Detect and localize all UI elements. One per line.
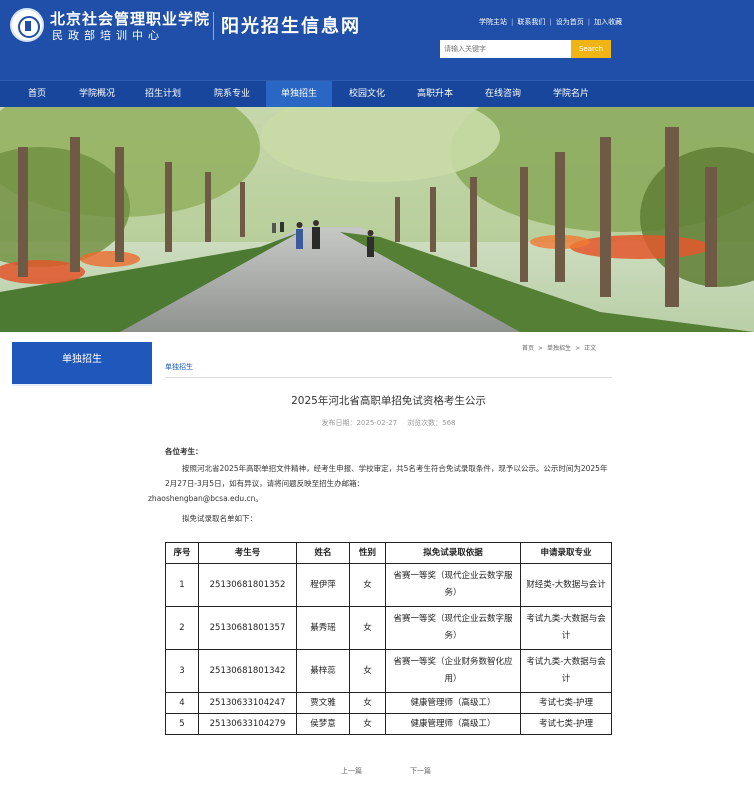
cell-exam-no: 25130681801342 (198, 649, 297, 693)
contact-email[interactable]: zhaoshengban@bcsa.edu.cn。 (148, 491, 263, 506)
cell-name: 贾文雅 (296, 692, 350, 714)
article-body-text: 按照河北省2025年高职单招文件精神，经考生申报、学校审定，共5名考生符合免试录… (165, 464, 608, 488)
table-row: 3 25130681801342 綦梓蕊 女 省赛一等奖（企业财务数智化应用） … (165, 649, 612, 693)
col-header-exam-no: 考生号 (198, 542, 297, 564)
cell-basis: 健康管理师（高级工） (385, 713, 521, 735)
cell-index: 1 (165, 563, 199, 607)
cell-exam-no: 25130681801352 (198, 563, 297, 607)
section-divider (165, 377, 612, 378)
breadcrumb-current: 正文 (584, 345, 597, 352)
table-row: 1 25130681801352 程伊萍 女 省赛一等奖（现代企业云数字服务） … (165, 563, 612, 607)
search-input[interactable] (440, 40, 571, 58)
main-nav: 首页 学院概况 招生计划 院系专业 单独招生 校园文化 高职升本 在线咨询 学院… (0, 80, 754, 107)
nav-item-upgrade[interactable]: 高职升本 (402, 81, 468, 107)
list-intro: 拟免试录取名单如下： (182, 514, 257, 523)
cell-major: 考试七类-护理 (520, 692, 612, 714)
breadcrumb-separator: > (538, 345, 544, 352)
table-row: 2 25130681801357 綦秀瑶 女 省赛一等奖（现代企业云数字服务） … (165, 606, 612, 650)
top-link-contact[interactable]: 联系我们 (517, 18, 545, 26)
top-link-main-site[interactable]: 学院主站 (479, 18, 507, 26)
col-header-name: 姓名 (296, 542, 350, 564)
cell-name: 程伊萍 (296, 563, 350, 607)
school-logo-icon[interactable] (10, 8, 44, 42)
nav-item-card[interactable]: 学院名片 (538, 81, 604, 107)
cell-gender: 女 (349, 563, 386, 607)
nav-item-departments[interactable]: 院系专业 (199, 81, 265, 107)
tree-road-illustration (0, 107, 754, 332)
cell-index: 2 (165, 606, 199, 650)
nav-item-campus-culture[interactable]: 校园文化 (334, 81, 400, 107)
table-row: 4 25130633104247 贾文雅 女 健康管理师（高级工） 考试七类-护… (165, 692, 612, 714)
article-greeting: 各位考生： (165, 447, 203, 456)
site-header: 北京社会管理职业学院 民政部培训中心 阳光招生信息网 学院主站 | 联系我们 | 设为首… (0, 0, 754, 80)
header-divider (213, 12, 214, 40)
table-header-row: 序号 考生号 姓名 性别 拟免试录取依据 申请录取专业 (165, 542, 612, 564)
cell-basis: 省赛一等奖（企业财务数智化应用） (385, 649, 521, 693)
cell-name: 綦秀瑶 (296, 606, 350, 650)
sidebar-divider (12, 384, 152, 386)
view-count: 浏览次数：568 (407, 419, 456, 427)
cell-gender: 女 (349, 713, 386, 735)
cell-gender: 女 (349, 606, 386, 650)
cell-basis: 省赛一等奖（现代企业云数字服务） (385, 563, 521, 607)
cell-name: 綦梓蕊 (296, 649, 350, 693)
col-header-gender: 性别 (349, 542, 386, 564)
section-label[interactable]: 单独招生 (165, 362, 193, 372)
top-links: 学院主站 | 联系我们 | 设为首页 | 加入收藏 (479, 17, 622, 27)
cell-major: 考试七类-护理 (520, 713, 612, 735)
top-link-separator: | (549, 18, 552, 26)
breadcrumb-home[interactable]: 首页 (522, 345, 534, 352)
site-title[interactable]: 阳光招生信息网 (221, 12, 361, 38)
cell-basis: 省赛一等奖（现代企业云数字服务） (385, 606, 521, 650)
top-link-favorite[interactable]: 加入收藏 (594, 18, 622, 26)
cell-gender: 女 (349, 692, 386, 714)
nav-item-plan[interactable]: 招生计划 (132, 81, 194, 107)
cell-major: 财经类-大数据与会计 (520, 563, 612, 607)
nav-item-home[interactable]: 首页 (12, 81, 62, 107)
top-link-set-home[interactable]: 设为首页 (556, 18, 584, 26)
cell-exam-no: 25130633104279 (198, 713, 297, 735)
cell-name: 侯梦意 (296, 713, 350, 735)
article-title: 2025年河北省高职单招免试资格考生公示 (291, 395, 486, 407)
cell-major: 考试九类-大数据与会计 (520, 606, 612, 650)
nav-item-single-admission[interactable]: 单独招生 (266, 81, 332, 107)
cell-exam-no: 25130681801357 (198, 606, 297, 650)
publish-date: 发布日期：2025-02-27 (321, 419, 398, 427)
search-button[interactable]: Search (571, 40, 611, 58)
cell-basis: 健康管理师（高级工） (385, 692, 521, 714)
admission-table: 序号 考生号 姓名 性别 拟免试录取依据 申请录取专业 1 2513068180… (165, 542, 612, 735)
cell-index: 5 (165, 713, 199, 735)
cell-gender: 女 (349, 649, 386, 693)
prev-article-link[interactable]: 上一篇 (341, 766, 362, 776)
campus-banner-image (0, 107, 754, 332)
school-name[interactable]: 北京社会管理职业学院 (50, 8, 210, 29)
breadcrumb-separator: > (575, 345, 581, 352)
nav-item-consult[interactable]: 在线咨询 (470, 81, 536, 107)
article-meta: 发布日期：2025-02-27 浏览次数：568 (165, 418, 612, 428)
cell-index: 4 (165, 692, 199, 714)
breadcrumb: 首页 > 单独招生 > 正文 (522, 343, 596, 352)
top-link-separator: | (511, 18, 514, 26)
cell-major: 考试九类-大数据与会计 (520, 649, 612, 693)
col-header-major: 申请录取专业 (520, 542, 612, 564)
nav-item-about[interactable]: 学院概况 (66, 81, 128, 107)
table-row: 5 25130633104279 侯梦意 女 健康管理师（高级工） 考试七类-护… (165, 713, 612, 735)
next-article-link[interactable]: 下一篇 (410, 766, 431, 776)
cell-exam-no: 25130633104247 (198, 692, 297, 714)
school-subtitle: 民政部培训中心 (52, 29, 164, 42)
top-link-separator: | (587, 18, 591, 26)
col-header-basis: 拟免试录取依据 (385, 542, 521, 564)
article-paragraph: 按照河北省2025年高职单招文件精神，经考生申报、学校审定，共5名考生符合免试录… (148, 461, 612, 506)
sidebar-heading[interactable]: 单独招生 (12, 342, 152, 384)
col-header-index: 序号 (165, 542, 199, 564)
breadcrumb-section[interactable]: 单独招生 (547, 345, 571, 352)
cell-index: 3 (165, 649, 199, 693)
